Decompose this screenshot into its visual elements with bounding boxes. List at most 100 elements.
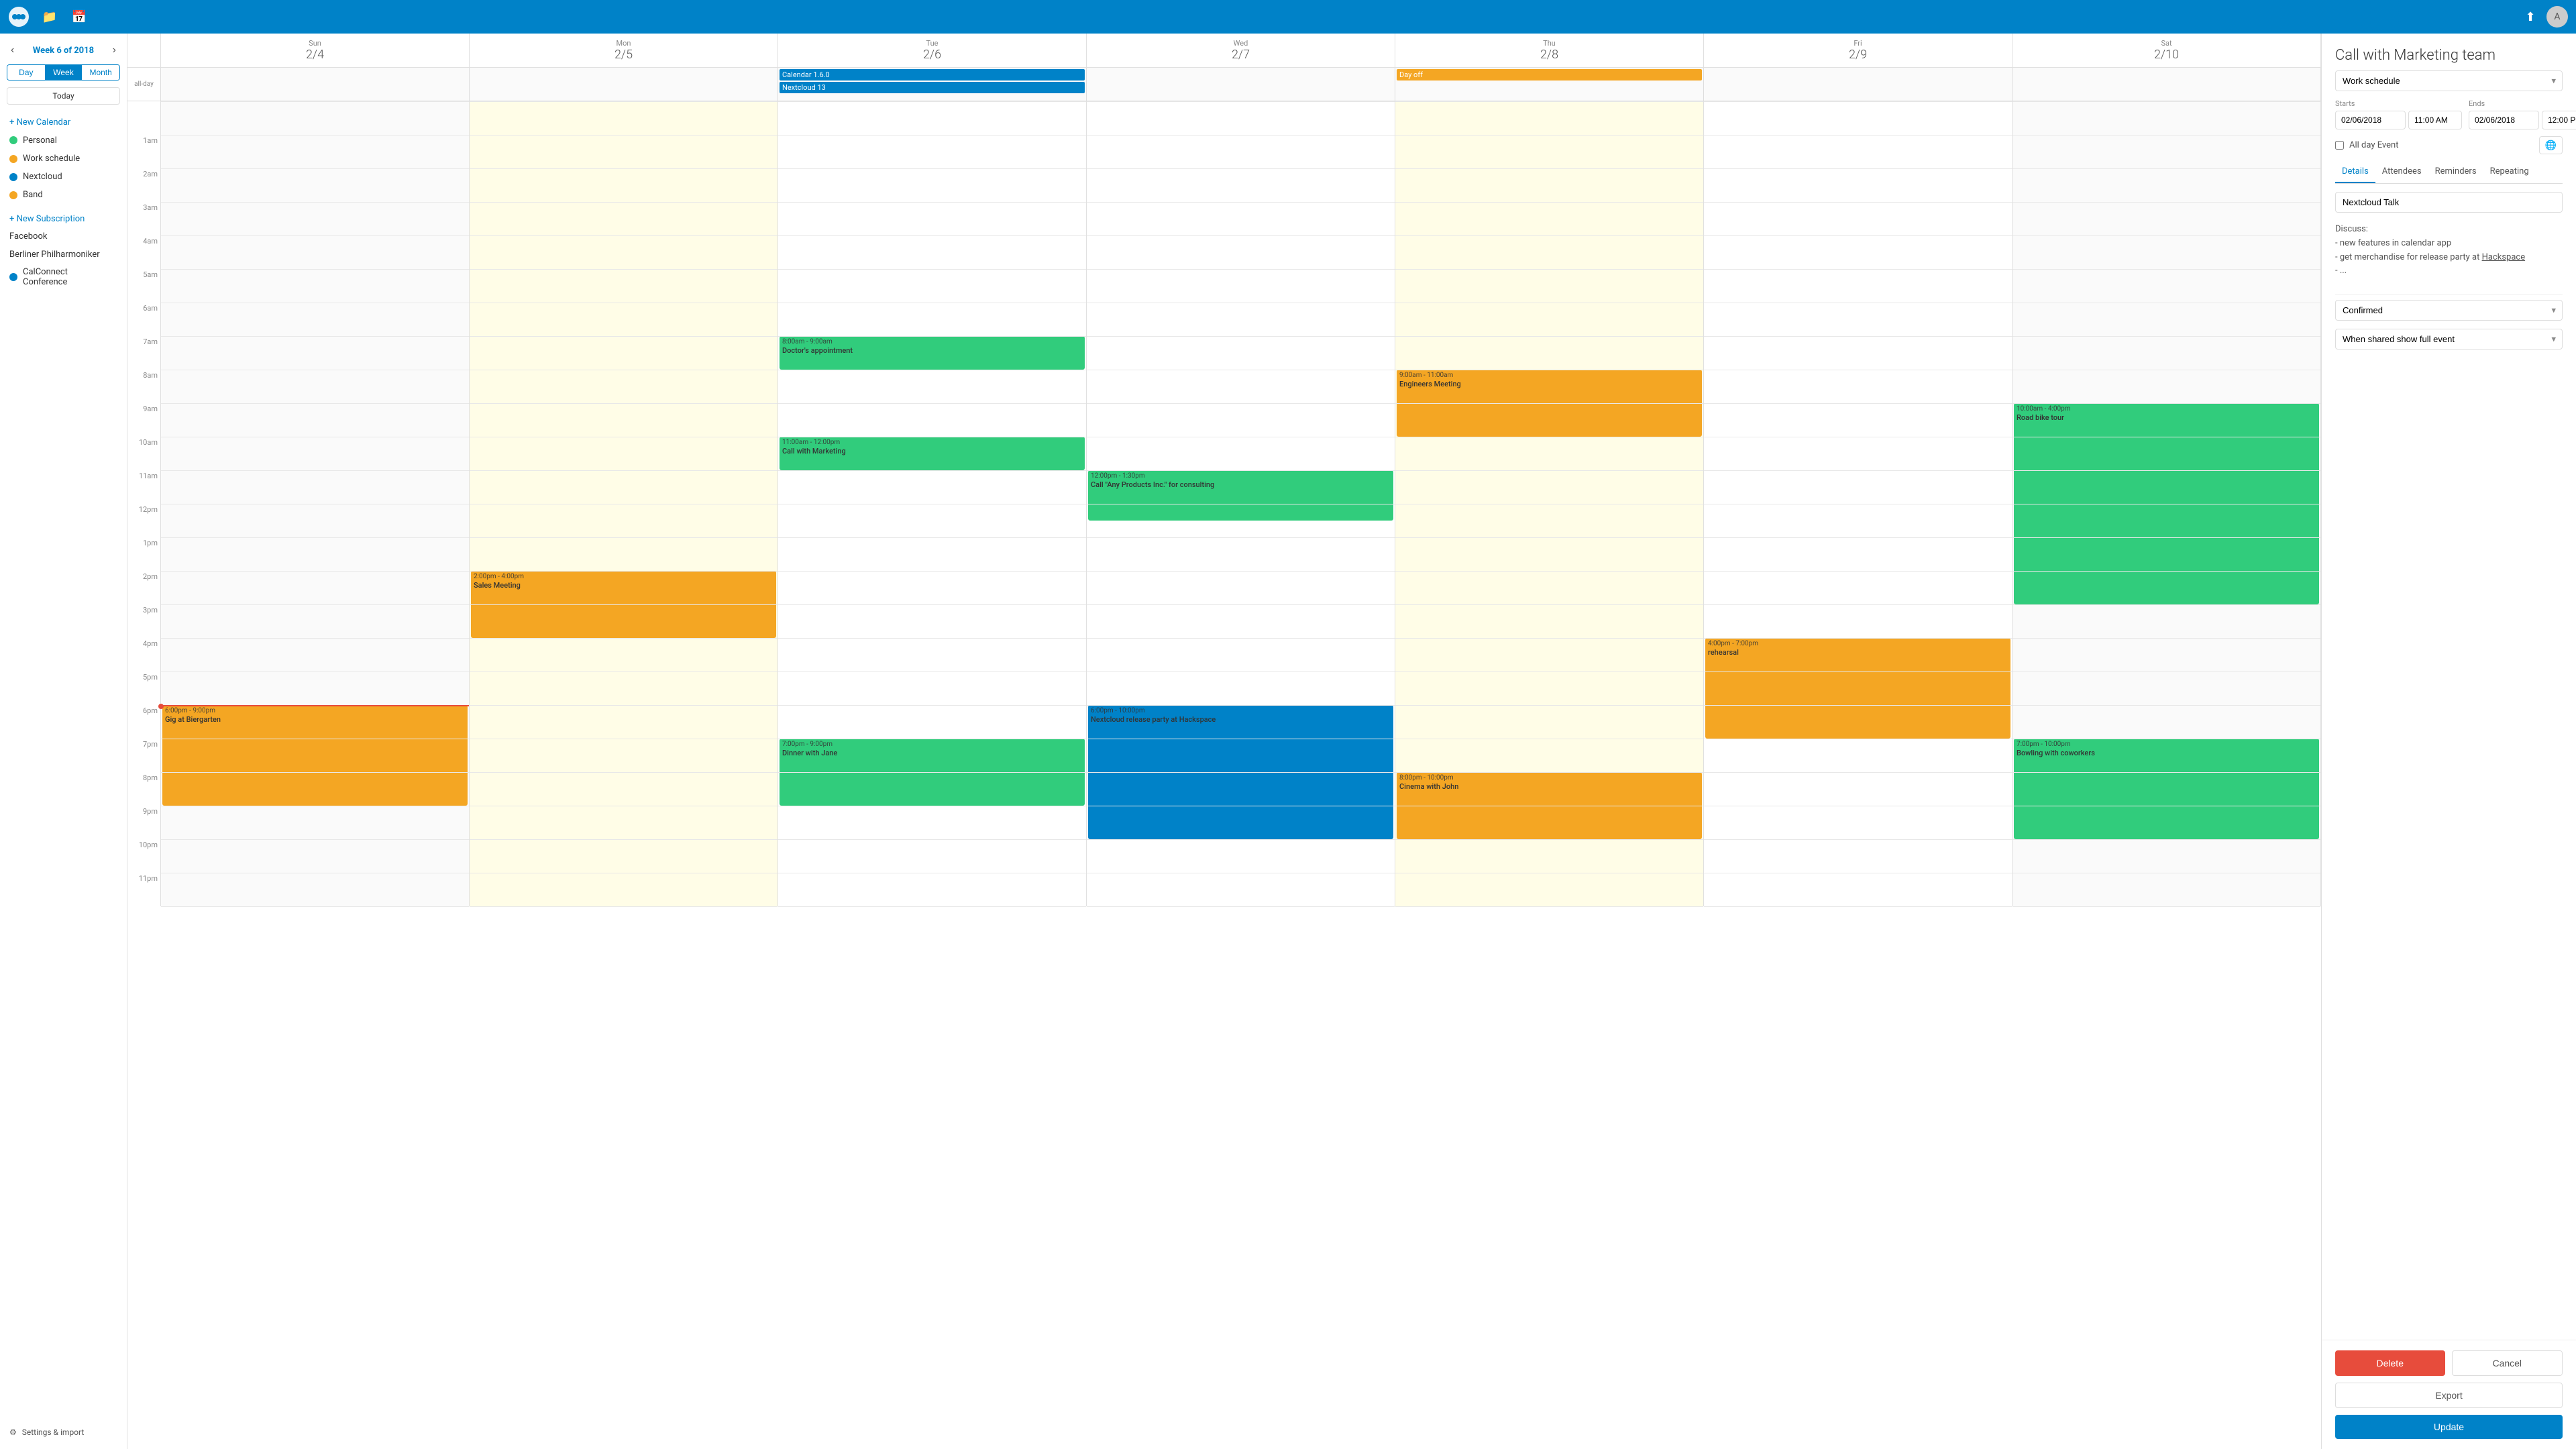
header-day-mon: Mon 2/5 [470,34,778,67]
sidebar-item-nextcloud[interactable]: Nextcloud ↑ ··· [0,168,127,186]
ends-label: Ends [2469,99,2576,108]
panel-description [2335,192,2563,213]
event-doctors-appointment[interactable]: 8:00am - 9:00am Doctor's appointment [780,336,1085,370]
sidebar-item-work-schedule[interactable]: Work schedule ↑ ··· [0,150,127,168]
header-day-mon-num: 2/5 [472,48,775,62]
allday-event-nextcloud13[interactable]: Nextcloud 13 [780,82,1085,93]
allday-checkbox-label: All day Event [2349,140,2398,150]
work-share-icon[interactable]: ↑ [97,153,105,164]
event-any-products[interactable]: 12:00pm - 1:30pm Call "Any Products Inc.… [1088,470,1393,521]
hour-line [2012,638,2320,639]
allday-checkbox[interactable] [2335,141,2344,150]
band-more-icon[interactable]: ··· [106,189,117,201]
time-label-11am: 11am [127,470,160,504]
sidebar-item-berliner[interactable]: Berliner Philharmoniker ··· [0,246,127,264]
berliner-more-icon[interactable]: ··· [106,249,117,260]
day-col-thu-inner: 9:00am - 11:00am Engineers Meeting 8:00p… [1395,101,1703,906]
hour-line [470,336,777,337]
event-bowling[interactable]: 7:00pm - 10:00pm Bowling with coworkers [2014,739,2319,839]
today-button[interactable]: Today [7,87,120,105]
panel-spacer [2322,358,2576,1340]
prev-week-button[interactable]: ‹ [7,43,18,58]
nextcloud-more-icon[interactable]: ··· [106,171,117,182]
event-rehearsal[interactable]: 4:00pm - 7:00pm rehearsal [1705,638,2010,739]
hour-line [2012,604,2320,605]
event-sales-time: 2:00pm - 4:00pm [474,572,773,581]
day-view-button[interactable]: Day [7,65,45,80]
new-calendar-button[interactable]: + New Calendar [0,114,127,131]
tab-repeating[interactable]: Repeating [2483,161,2536,183]
nextcloud-share-icon[interactable]: ↑ [97,171,105,182]
work-more-icon[interactable]: ··· [106,153,117,164]
sidebar-item-personal[interactable]: Personal 🔗 ··· [0,131,127,150]
hour-line [470,269,777,270]
berliner-label: Berliner Philharmoniker [9,250,101,260]
panel-dates: Starts Ends [2335,99,2563,129]
sidebar-item-calconnect[interactable]: CalConnect Conference ··· [0,264,127,290]
end-time-input[interactable] [2542,111,2576,129]
time-label-11pm: 11pm [127,873,160,906]
calendar-nav-icon[interactable]: 📅 [70,7,89,26]
event-call-marketing[interactable]: 11:00am - 12:00pm Call with Marketing [780,437,1085,470]
settings-footer[interactable]: ⚙ Settings & import [0,1422,127,1442]
week-label[interactable]: Week 6 of 2018 [33,46,94,56]
day-col-fri-inner: 4:00pm - 7:00pm rehearsal [1704,101,2012,906]
update-button[interactable]: Update [2335,1415,2563,1439]
nextcloud-logo[interactable] [8,6,30,28]
hour-line [1704,202,2012,203]
hour-line [1704,537,2012,538]
start-date-input[interactable] [2335,111,2406,129]
allday-event-dayoff[interactable]: Day off [1397,69,1702,80]
export-button[interactable]: Export [2335,1383,2563,1408]
allday-event-calendar160[interactable]: Calendar 1.6.0 [780,69,1085,80]
status-select[interactable]: Confirmed Tentative Cancelled [2335,300,2563,321]
hour-line [2012,336,2320,337]
new-subscription-button[interactable]: + New Subscription [0,211,127,227]
panel-actions: Delete Cancel Export Update [2322,1340,2576,1449]
tab-details[interactable]: Details [2335,161,2375,183]
allday-label: all-day [127,68,161,101]
description-title-input[interactable] [2335,192,2563,213]
personal-link-icon[interactable]: 🔗 [91,134,104,146]
calendar-select-field: Work schedule Personal Nextcloud Band ▾ [2335,70,2563,91]
end-date-input[interactable] [2469,111,2539,129]
calconnect-more-icon[interactable]: ··· [106,272,117,283]
topbar: 📁 📅 ⬆ A [0,0,2576,34]
calendar-select[interactable]: Work schedule Personal Nextcloud Band [2335,70,2563,91]
next-week-button[interactable]: › [109,43,120,58]
personal-more-icon[interactable]: ··· [106,134,117,146]
event-bike-time: 10:00am - 4:00pm [2017,405,2316,413]
hour-line [470,168,777,169]
time-label-5am: 5am [127,269,160,303]
cancel-button[interactable]: Cancel [2452,1350,2563,1376]
hour-line [161,537,469,538]
files-nav-icon[interactable]: 📁 [40,7,59,26]
hour-line [470,906,777,907]
upload-icon[interactable]: ⬆ [2521,7,2540,26]
hour-line [778,571,1086,572]
hour-line [1704,135,2012,136]
delete-button[interactable]: Delete [2335,1350,2445,1376]
hour-line [1704,906,2012,907]
hour-line [1395,571,1703,572]
month-view-button[interactable]: Month [82,65,119,80]
user-avatar[interactable]: A [2546,6,2568,28]
sidebar-item-facebook[interactable]: Facebook ··· [0,227,127,246]
visibility-select[interactable]: When shared show full event When shared … [2335,329,2563,350]
tab-reminders[interactable]: Reminders [2428,161,2483,183]
current-time-line [161,705,469,706]
event-gig-biergarten[interactable]: 6:00pm - 9:00pm Gig at Biergarten [162,705,468,806]
event-cinema-time: 8:00pm - 10:00pm [1399,773,1699,782]
tab-attendees[interactable]: Attendees [2375,161,2428,183]
globe-button[interactable]: 🌐 [2539,136,2563,154]
facebook-more-icon[interactable]: ··· [106,231,117,242]
band-share-icon[interactable]: ↑ [97,189,105,201]
start-time-input[interactable] [2408,111,2462,129]
event-party-time: 6:00pm - 10:00pm [1091,706,1391,715]
sidebar-item-band[interactable]: Band ↑ ··· [0,186,127,204]
time-label-3am: 3am [127,202,160,235]
header-day-thu-num: 2/8 [1398,48,1701,62]
week-view-button[interactable]: Week [45,65,83,80]
time-label-7pm: 7pm [127,739,160,772]
subscriptions-section: + New Subscription Facebook ··· Berliner… [0,211,127,290]
